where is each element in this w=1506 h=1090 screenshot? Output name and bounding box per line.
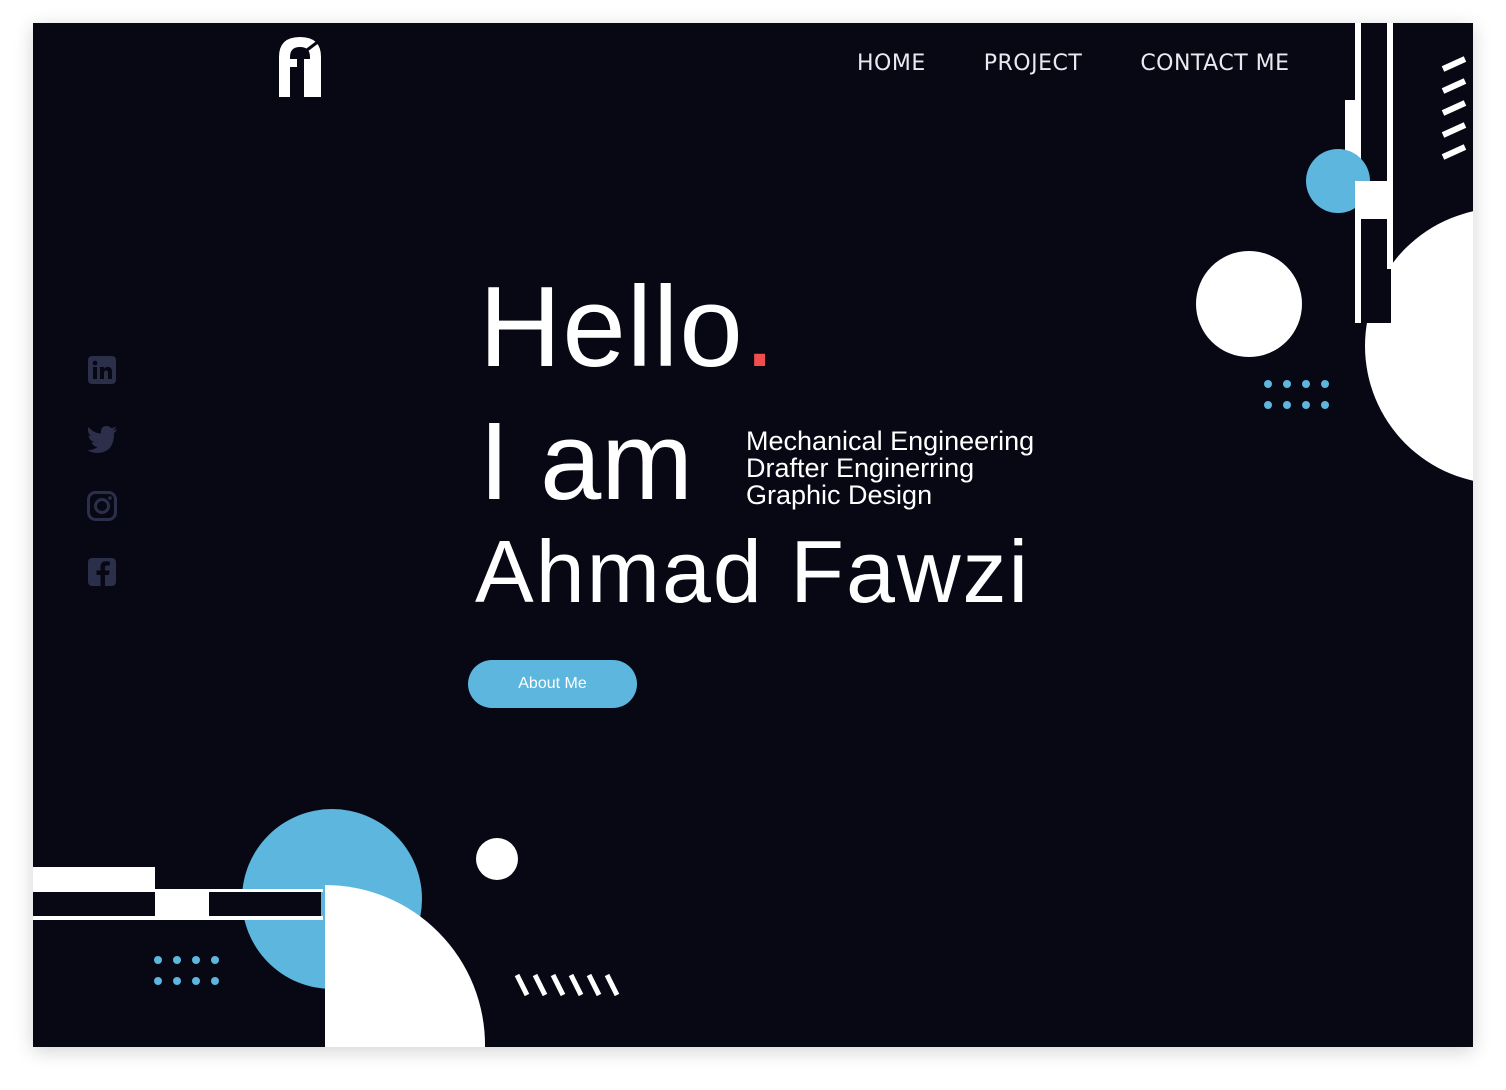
hero-name: Ahmad Fawzi [475, 522, 1031, 621]
hello-text: Hello [479, 264, 744, 391]
linkedin-icon[interactable] [85, 353, 121, 389]
role-item: Drafter Enginerring [746, 453, 975, 483]
hero-page: HOME PROJECT CONTACT ME Hello. I am Mech… [33, 23, 1473, 1047]
role-item: Graphic Design [746, 480, 933, 510]
hero-i-am: I am [479, 400, 693, 523]
nav-contact-me[interactable]: CONTACT ME [1140, 51, 1289, 76]
roles-list: Mechanical Engineering Drafter Enginerri… [746, 428, 1034, 509]
role-item: Mechanical Engineering [746, 426, 1035, 456]
twitter-icon[interactable] [85, 421, 121, 457]
hello-dot: . [743, 264, 777, 391]
facebook-icon[interactable] [85, 555, 121, 591]
about-me-button[interactable]: About Me [468, 660, 637, 708]
dots-pattern [1264, 380, 1329, 409]
dots-pattern [154, 956, 219, 985]
hero-hello: Hello. [479, 271, 776, 385]
af-monogram-logo[interactable] [277, 35, 323, 97]
main-nav: HOME PROJECT CONTACT ME [857, 51, 1348, 76]
nav-project[interactable]: PROJECT [984, 51, 1083, 76]
instagram-icon[interactable] [85, 489, 121, 525]
nav-home[interactable]: HOME [857, 51, 926, 76]
